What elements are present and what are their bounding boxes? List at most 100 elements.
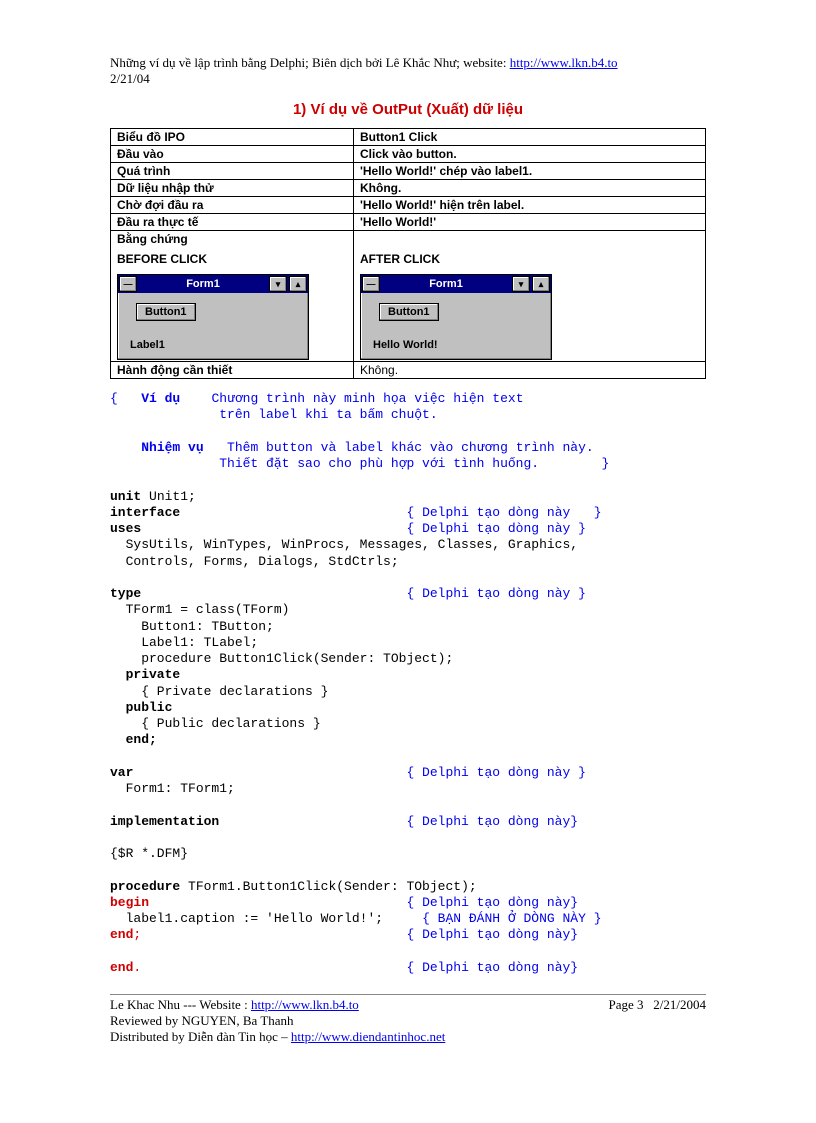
- code-keyword: procedure: [110, 879, 180, 894]
- code-comment: {: [110, 391, 141, 406]
- ipo-right: Click vào button.: [354, 146, 706, 163]
- window-title: Form1: [381, 278, 511, 290]
- ipo-right: 'Hello World!': [354, 214, 706, 231]
- code-keyword: var: [110, 765, 133, 780]
- footer-link-1[interactable]: http://www.lkn.b4.to: [251, 997, 359, 1012]
- code-block: { Ví dụ Chương trình này minh họa việc h…: [110, 391, 706, 976]
- code-keyword: private: [110, 667, 180, 682]
- ipo-left: Biểu đồ IPO: [111, 129, 354, 146]
- code-text: { Private declarations }: [110, 684, 328, 699]
- sysmenu-icon[interactable]: —: [119, 276, 137, 292]
- maximize-icon[interactable]: ▴: [289, 276, 307, 292]
- sysmenu-icon[interactable]: —: [362, 276, 380, 292]
- ipo-right: Không.: [354, 180, 706, 197]
- action-left: Hành động cần thiết: [111, 362, 354, 379]
- header-text: Những ví dụ về lập trình bằng Delphi; Bi…: [110, 55, 510, 70]
- code-comment-bold: Ví dụ: [141, 391, 180, 406]
- code-comment: Thêm button và label khác vào chương trì…: [204, 440, 594, 455]
- ipo-right: 'Hello World!' hiện trên label.: [354, 197, 706, 214]
- code-keyword: interface: [110, 505, 180, 520]
- code-comment: { BẠN ĐÁNH Ở DÒNG NÀY }: [422, 911, 601, 926]
- window-body: Button1 Hello World!: [361, 293, 551, 359]
- code-comment: Thiết đặt sao cho phù hợp với tình huống…: [110, 456, 609, 471]
- code-text: Unit1;: [141, 489, 196, 504]
- code-comment: { Delphi tạo dòng này }: [406, 765, 585, 780]
- code-text: Button1: TButton;: [110, 619, 274, 634]
- minimize-icon[interactable]: ▾: [512, 276, 530, 292]
- code-comment: { Delphi tạo dòng này}: [406, 814, 578, 829]
- code-text-red: .: [133, 960, 141, 975]
- page-title: 1) Ví dụ về OutPut (Xuất) dữ liệu: [110, 101, 706, 118]
- code-text: TForm1.Button1Click(Sender: TObject);: [180, 879, 476, 894]
- code-keyword: end;: [110, 732, 157, 747]
- code-text: procedure Button1Click(Sender: TObject);: [110, 651, 453, 666]
- table-row: Biểu đồ IPOButton1 Click: [111, 129, 706, 146]
- footer-dist: Distributed by Diễn đàn Tin học –: [110, 1029, 291, 1044]
- code-comment: Chương trình này minh họa việc hiện text: [180, 391, 523, 406]
- window-body: Button1 Label1: [118, 293, 308, 359]
- footer-link-2[interactable]: http://www.diendantinhoc.net: [291, 1029, 445, 1044]
- code-keyword-red: begin: [110, 895, 149, 910]
- button1[interactable]: Button1: [136, 303, 196, 321]
- code-comment: { Delphi tạo dòng này }: [406, 521, 585, 536]
- code-comment: { Delphi tạo dòng này }: [406, 586, 585, 601]
- label-after: Hello World!: [373, 339, 539, 351]
- table-row: Đầu vàoClick vào button.: [111, 146, 706, 163]
- evidence-cell-left: Bằng chứng BEFORE CLICK — Form1 ▾ ▴ Butt…: [111, 231, 354, 362]
- code-keyword: public: [110, 700, 172, 715]
- code-keyword-red: end: [110, 960, 133, 975]
- code-text: {$R *.DFM}: [110, 846, 188, 861]
- evidence-row: Bằng chứng BEFORE CLICK — Form1 ▾ ▴ Butt…: [111, 231, 706, 362]
- ipo-left: Quá trình: [111, 163, 354, 180]
- after-title: AFTER CLICK: [360, 252, 699, 266]
- footer-date: 2/21/2004: [653, 997, 706, 1012]
- ipo-table: Biểu đồ IPOButton1 Click Đầu vàoClick và…: [110, 128, 706, 379]
- doc-date: 2/21/04: [110, 71, 706, 87]
- code-text: label1.caption := 'Hello World!';: [110, 911, 383, 926]
- ipo-right: 'Hello World!' chép vào label1.: [354, 163, 706, 180]
- ipo-left: Đầu vào: [111, 146, 354, 163]
- footer-author: Le Khac Nhu --- Website :: [110, 997, 251, 1012]
- button1[interactable]: Button1: [379, 303, 439, 321]
- table-row: Chờ đợi đầu ra'Hello World!' hiện trên l…: [111, 197, 706, 214]
- maximize-icon[interactable]: ▴: [532, 276, 550, 292]
- ipo-left: Dữ liệu nhập thử: [111, 180, 354, 197]
- code-text: Form1: TForm1;: [110, 781, 235, 796]
- code-text: SysUtils, WinTypes, WinProcs, Messages, …: [110, 537, 578, 552]
- code-keyword: implementation: [110, 814, 219, 829]
- window-before: — Form1 ▾ ▴ Button1 Label1: [117, 274, 309, 360]
- code-comment: [110, 440, 141, 455]
- code-text: Label1: TLabel;: [110, 635, 258, 650]
- window-title: Form1: [138, 278, 268, 290]
- code-keyword: uses: [110, 521, 141, 536]
- minimize-icon[interactable]: ▾: [269, 276, 287, 292]
- code-comment-bold: Nhiệm vụ: [141, 440, 203, 455]
- header-link[interactable]: http://www.lkn.b4.to: [510, 55, 618, 70]
- table-row: Hành động cần thiếtKhông.: [111, 362, 706, 379]
- doc-header: Những ví dụ về lập trình bằng Delphi; Bi…: [110, 55, 706, 71]
- code-comment: { Delphi tạo dòng này}: [406, 927, 578, 942]
- code-text-red: ;: [133, 927, 141, 942]
- code-text: TForm1 = class(TForm): [110, 602, 289, 617]
- code-comment: trên label khi ta bấm chuột.: [110, 407, 438, 422]
- evidence-cell-right: AFTER CLICK — Form1 ▾ ▴ Button1 Hello Wo…: [354, 231, 706, 362]
- table-row: Đầu ra thực tế'Hello World!': [111, 214, 706, 231]
- code-comment: { Delphi tạo dòng này}: [406, 960, 578, 975]
- ipo-left: Đầu ra thực tế: [111, 214, 354, 231]
- label-before: Label1: [130, 339, 296, 351]
- code-text: { Public declarations }: [110, 716, 321, 731]
- code-keyword: type: [110, 586, 141, 601]
- footer: Le Khac Nhu --- Website : http://www.lkn…: [110, 994, 706, 1045]
- table-row: Quá trình'Hello World!' chép vào label1.: [111, 163, 706, 180]
- code-comment: { Delphi tạo dòng này}: [406, 895, 578, 910]
- code-keyword: unit: [110, 489, 141, 504]
- window-after: — Form1 ▾ ▴ Button1 Hello World!: [360, 274, 552, 360]
- page-number: Page 3: [608, 997, 643, 1012]
- code-text: Controls, Forms, Dialogs, StdCtrls;: [110, 554, 399, 569]
- ipo-right: Button1 Click: [354, 129, 706, 146]
- ipo-left: Chờ đợi đầu ra: [111, 197, 354, 214]
- before-title: BEFORE CLICK: [117, 252, 347, 266]
- code-comment: { Delphi tạo dòng này }: [406, 505, 601, 520]
- code-keyword-red: end: [110, 927, 133, 942]
- titlebar: — Form1 ▾ ▴: [118, 275, 308, 293]
